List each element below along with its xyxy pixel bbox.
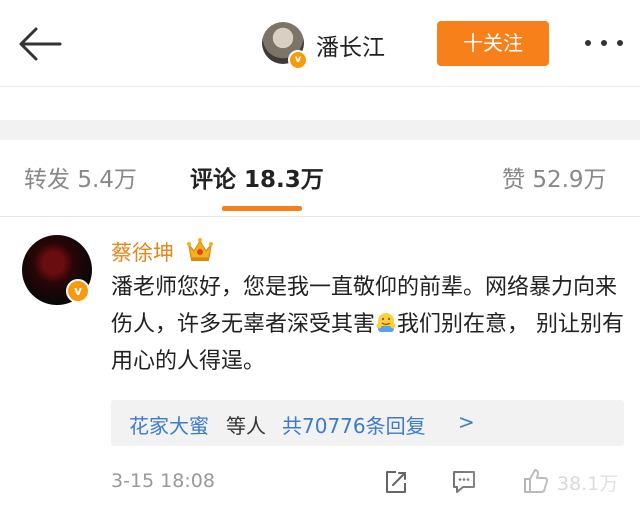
chevron-right-icon: > — [458, 410, 475, 434]
tab-likes-count: 52.9万 — [532, 167, 607, 193]
tab-likes-label: 赞 — [502, 167, 525, 193]
section-divider — [0, 120, 640, 140]
like-count: 38.1万 — [557, 473, 619, 495]
comment-text: 潘老师您好，您是我一直敬仰的前辈。网络暴力向来伤人，许多无辜者深受其害 我们别在… — [111, 269, 626, 380]
tab-forward-label: 转发 — [24, 167, 70, 193]
reply-etc-label: 等人 — [226, 414, 266, 438]
back-arrow-icon[interactable] — [16, 24, 64, 64]
replies-summary[interactable]: 花家大蜜 等人 共70776条回复 > — [111, 400, 624, 446]
tab-bar: 转发 5.4万 评论 18.3万 赞 52.9万 — [0, 140, 640, 217]
verified-v-icon: v — [66, 279, 90, 303]
comment-item: v 蔡徐坤 潘老师您好，您是我一直敬仰的前辈。网络暴力向来伤人，许多无辜者深受其… — [0, 217, 640, 522]
forward-icon[interactable] — [383, 469, 409, 495]
reply-count-link[interactable]: 共70776条回复 — [282, 410, 426, 439]
tab-likes[interactable]: 赞 52.9万 — [502, 160, 607, 194]
active-tab-indicator — [222, 206, 302, 211]
tab-comments[interactable]: 评论 18.3万 — [190, 160, 324, 194]
reply-user-names[interactable]: 花家大蜜 — [129, 410, 209, 439]
hug-emoji-icon — [376, 313, 396, 332]
tab-comments-count: 18.3万 — [244, 167, 324, 193]
comment-time: 3-15 18:08 — [111, 470, 215, 492]
commenter-name[interactable]: 蔡徐坤 — [111, 237, 174, 267]
content-gap — [0, 86, 640, 121]
tab-forward[interactable]: 转发 5.4万 — [24, 160, 137, 194]
thumbs-up-icon[interactable] — [522, 467, 550, 495]
tab-forward-count: 5.4万 — [77, 167, 137, 193]
follow-button[interactable]: 十关注 — [437, 21, 549, 66]
tab-comments-label: 评论 — [190, 167, 236, 193]
reply-icon[interactable] — [451, 469, 477, 495]
header-user-name[interactable]: 潘长江 — [316, 28, 385, 62]
top-bar: v 潘长江 十关注 — [0, 0, 640, 86]
verified-v-icon: v — [288, 50, 308, 70]
more-dots-icon[interactable] — [582, 34, 626, 52]
crown-icon — [187, 238, 213, 261]
